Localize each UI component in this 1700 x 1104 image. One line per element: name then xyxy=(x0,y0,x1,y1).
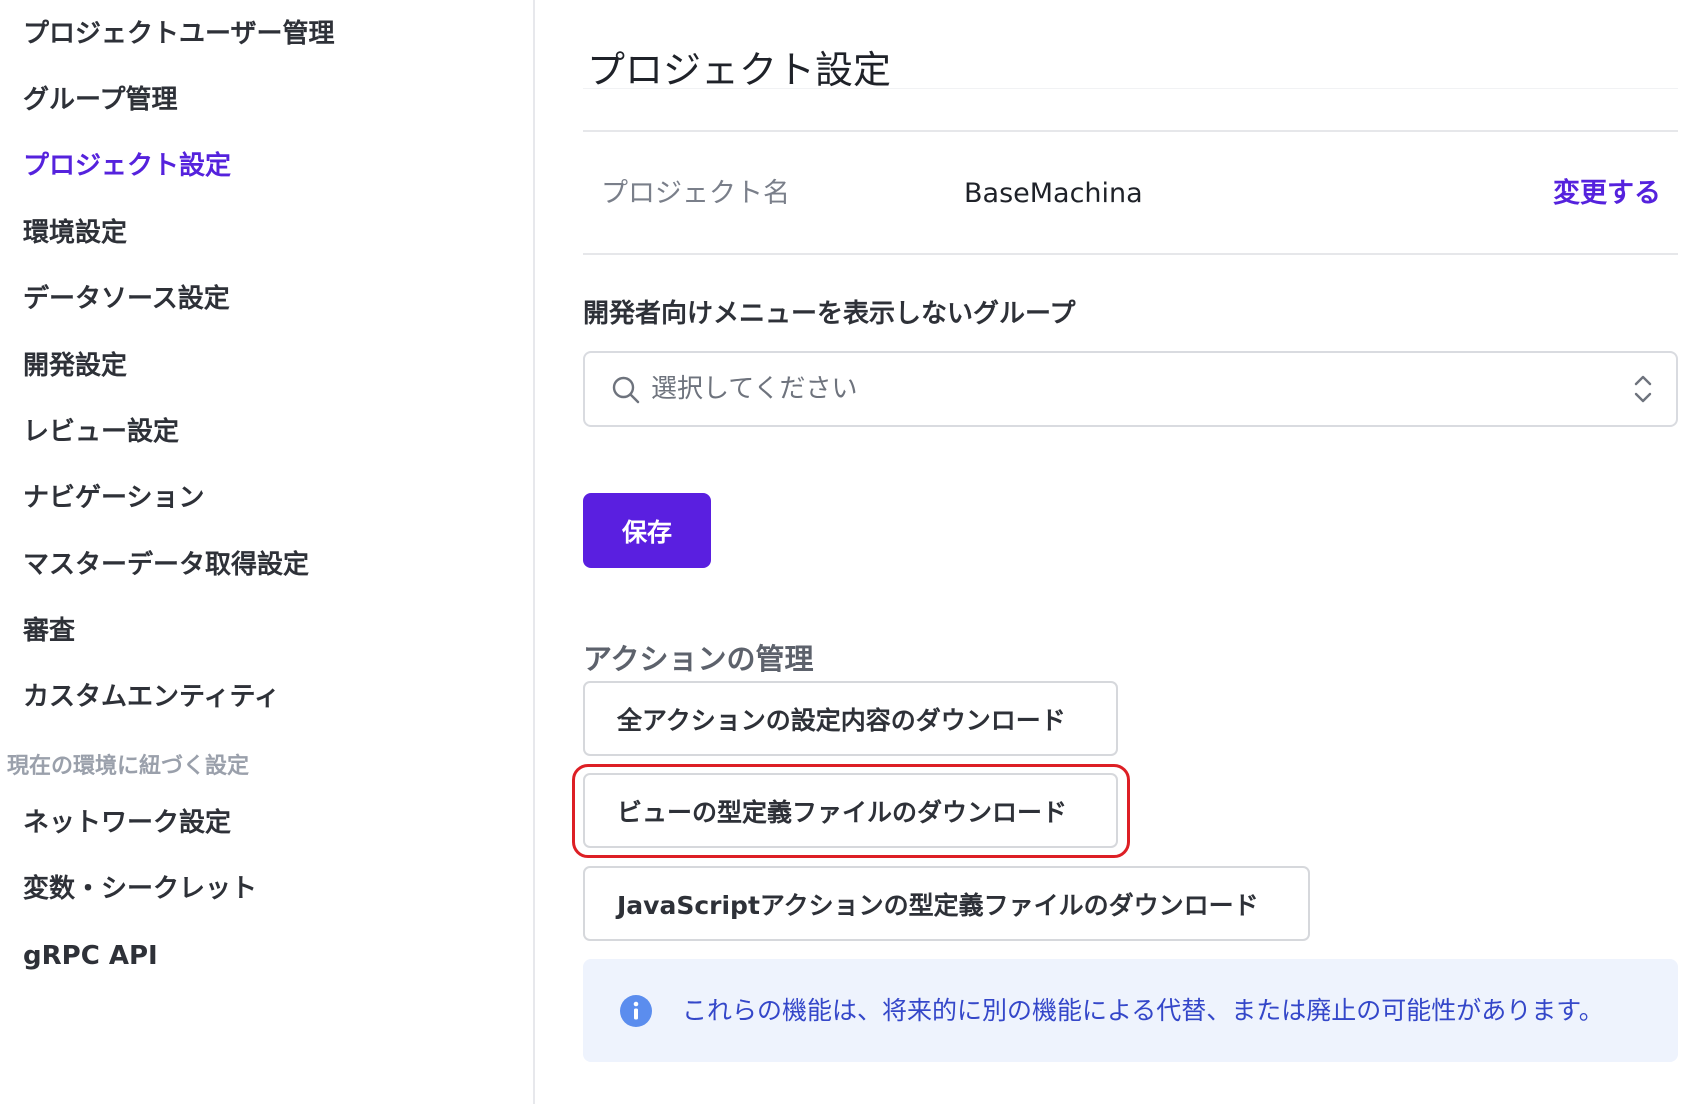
sidebar-item-network-settings[interactable]: ネットワーク設定 xyxy=(23,805,231,841)
sidebar-item-project-settings[interactable]: プロジェクト設定 xyxy=(23,148,231,184)
sidebar-item-environment-settings[interactable]: 環境設定 xyxy=(23,215,127,251)
download-js-action-types-button[interactable]: JavaScriptアクションの型定義ファイルのダウンロード xyxy=(583,866,1310,941)
notice-text: これらの機能は、将来的に別の機能による代替、または廃止の可能性があります。 xyxy=(682,996,1604,1025)
download-view-types-button[interactable]: ビューの型定義ファイルのダウンロード xyxy=(583,773,1118,848)
app-root: プロジェクトユーザー管理 グループ管理 プロジェクト設定 環境設定 データソース… xyxy=(0,0,1700,1104)
sidebar-item-datasource-settings[interactable]: データソース設定 xyxy=(23,281,230,317)
sidebar: プロジェクトユーザー管理 グループ管理 プロジェクト設定 環境設定 データソース… xyxy=(0,0,535,1104)
sidebar-item-navigation[interactable]: ナビゲーション xyxy=(23,480,204,516)
sidebar-item-project-users[interactable]: プロジェクトユーザー管理 xyxy=(23,16,334,52)
search-icon xyxy=(612,376,640,404)
sidebar-item-grpc-api[interactable]: gRPC API xyxy=(23,938,158,974)
dev-menu-group-select[interactable]: 選択してください xyxy=(583,351,1678,427)
sidebar-item-groups[interactable]: グループ管理 xyxy=(23,82,177,118)
sidebar-item-master-data-settings[interactable]: マスターデータ取得設定 xyxy=(23,547,309,583)
sidebar-item-dev-settings[interactable]: 開発設定 xyxy=(23,348,127,384)
title-divider xyxy=(583,88,1678,89)
download-all-actions-button[interactable]: 全アクションの設定内容のダウンロード xyxy=(583,681,1118,756)
project-name-value: BaseMachina xyxy=(964,178,1143,209)
info-icon xyxy=(620,995,652,1027)
sidebar-item-custom-entities[interactable]: カスタムエンティティ xyxy=(23,679,280,715)
chevron-up-down-icon xyxy=(1634,375,1652,403)
sidebar-item-audit[interactable]: 審査 xyxy=(23,613,75,649)
sidebar-item-variables-secrets[interactable]: 変数・シークレット xyxy=(23,871,257,907)
deprecation-notice: これらの機能は、将来的に別の機能による代替、または廃止の可能性があります。 xyxy=(583,959,1678,1062)
sidebar-section-title: 現在の環境に紐づく設定 xyxy=(7,754,250,779)
change-project-name-link[interactable]: 変更する xyxy=(1553,176,1661,212)
project-name-label: プロジェクト名 xyxy=(601,178,790,209)
sidebar-item-review-settings[interactable]: レビュー設定 xyxy=(23,414,179,450)
save-button[interactable]: 保存 xyxy=(583,493,711,568)
actions-section-heading: アクションの管理 xyxy=(583,642,814,677)
divider xyxy=(583,253,1678,255)
divider xyxy=(583,130,1678,132)
dev-menu-group-label: 開発者向けメニューを表示しないグループ xyxy=(583,299,1076,329)
main-content: プロジェクト設定 プロジェクト名 BaseMachina 変更する 開発者向けメ… xyxy=(572,0,1678,1104)
select-placeholder: 選択してください xyxy=(651,374,858,404)
